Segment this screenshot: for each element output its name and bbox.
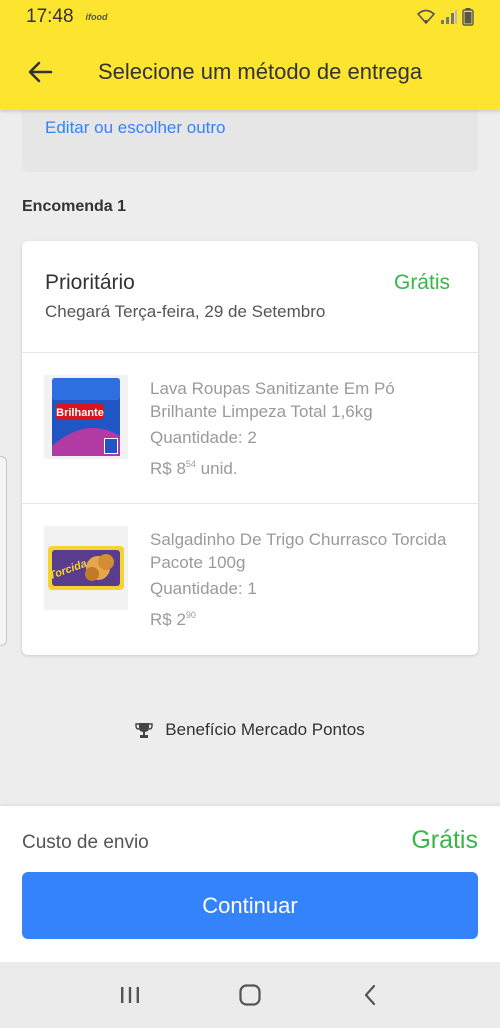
benefit-row: Benefício Mercado Pontos bbox=[0, 720, 500, 740]
side-drawer-handle[interactable] bbox=[0, 456, 7, 646]
status-time: 17:48 bbox=[26, 6, 74, 27]
shipping-method-price: Grátis bbox=[393, 271, 450, 294]
trophy-icon bbox=[135, 723, 153, 738]
item-details: Lava Roupas Sanitizante Em Pó Brilhante … bbox=[150, 377, 450, 479]
list-item: Torcida Salgadinho De Trigo Churrasco To… bbox=[22, 504, 478, 655]
detergent-package-image: Brilhante bbox=[52, 378, 120, 456]
system-back-button[interactable] bbox=[350, 975, 390, 1015]
price-unit: unid. bbox=[195, 459, 238, 478]
item-title: Lava Roupas Sanitizante Em Pó Brilhante … bbox=[150, 379, 395, 421]
arrow-left-icon bbox=[28, 61, 53, 83]
app-notification-icon: ifood bbox=[85, 12, 108, 22]
product-image: Brilhante bbox=[44, 375, 128, 459]
address-card: Editar ou escolher outro bbox=[22, 110, 478, 172]
battery-icon bbox=[462, 8, 474, 26]
item-quantity: Quantidade: 1 bbox=[150, 579, 257, 598]
price-cents: 90 bbox=[185, 610, 196, 620]
edit-address-link[interactable]: Editar ou escolher outro bbox=[45, 118, 226, 138]
home-icon bbox=[239, 984, 261, 1006]
shipping-cost-value: Grátis bbox=[411, 826, 478, 854]
item-title: Salgadinho De Trigo Churrasco Torcida Pa… bbox=[150, 530, 447, 572]
item-price: R$ 854 unid. bbox=[150, 459, 450, 479]
status-bar: 17:48 ifood bbox=[0, 0, 500, 34]
home-button[interactable] bbox=[230, 975, 270, 1015]
recent-apps-button[interactable] bbox=[110, 975, 150, 1015]
price-amount: R$ 2 bbox=[150, 610, 186, 629]
order-card: Prioritário Grátis Chegará Terça-feira, … bbox=[22, 241, 478, 655]
snack-package-image: Torcida bbox=[47, 546, 124, 590]
continue-button[interactable]: Continuar bbox=[22, 872, 478, 939]
status-icons bbox=[416, 8, 474, 26]
chevron-left-icon bbox=[364, 984, 376, 1006]
page-title: Selecione um método de entrega bbox=[98, 59, 423, 84]
back-button[interactable] bbox=[20, 52, 60, 92]
recent-apps-icon bbox=[121, 987, 139, 1003]
signal-icon bbox=[441, 10, 457, 24]
item-price: R$ 290 bbox=[150, 610, 450, 630]
shipping-cost-label: Custo de envio bbox=[22, 832, 149, 853]
item-quantity: Quantidade: 2 bbox=[150, 428, 257, 447]
price-amount: R$ 8 bbox=[150, 459, 186, 478]
order-title: Encomenda 1 bbox=[22, 198, 127, 215]
app-bar: Selecione um método de entrega bbox=[0, 34, 500, 110]
system-nav-bar bbox=[0, 962, 500, 1028]
list-item: Brilhante Lava Roupas Sanitizante Em Pó … bbox=[22, 353, 478, 504]
product-image: Torcida bbox=[44, 526, 128, 610]
price-cents: 54 bbox=[185, 459, 196, 469]
main-content[interactable]: Editar ou escolher outro Encomenda 1 Pri… bbox=[0, 110, 500, 806]
wifi-icon bbox=[416, 9, 436, 25]
svg-text:Brilhante: Brilhante bbox=[56, 407, 104, 419]
benefit-label: Benefício Mercado Pontos bbox=[165, 720, 365, 739]
delivery-date: Chegará Terça-feira, 29 de Setembro bbox=[45, 302, 326, 321]
shipping-method-name: Prioritário bbox=[45, 271, 135, 294]
shipping-method-row[interactable]: Prioritário Grátis Chegará Terça-feira, … bbox=[22, 241, 478, 353]
item-details: Salgadinho De Trigo Churrasco Torcida Pa… bbox=[150, 528, 450, 630]
checkout-footer: Custo de envio Grátis Continuar bbox=[0, 806, 500, 962]
